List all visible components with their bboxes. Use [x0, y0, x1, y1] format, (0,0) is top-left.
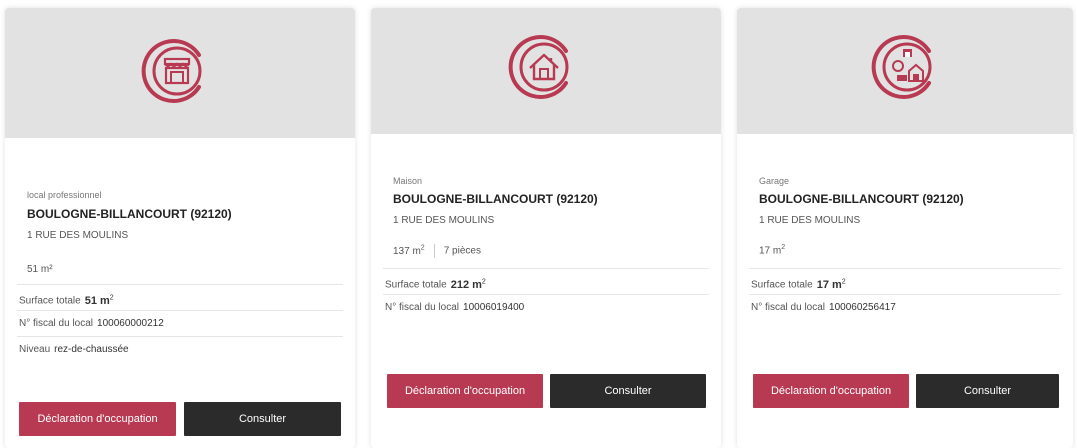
area-rooms: 137 m2 7 pièces [393, 244, 481, 258]
declaration-button[interactable]: Déclaration d'occupation [387, 374, 543, 408]
surface-row: Surface totale 51 m2 [17, 284, 343, 311]
area: 137 m2 [393, 244, 425, 257]
garage-icon [871, 31, 943, 103]
consult-button[interactable]: Consulter [550, 374, 706, 408]
divider [433, 244, 435, 258]
surface-value: 51 m2 [84, 294, 114, 307]
card-header [5, 8, 355, 138]
area: 51 m² [27, 264, 53, 275]
rooms: 7 pièces [443, 245, 481, 257]
city: BOULOGNE-BILLANCOURT (92120) [393, 192, 598, 206]
surface-label: Surface totale [385, 279, 447, 291]
card-header [737, 8, 1073, 134]
surface-label: Surface totale [19, 295, 81, 307]
city: BOULOGNE-BILLANCOURT (92120) [759, 192, 964, 206]
shop-icon [141, 35, 213, 107]
fiscal-label: N° fiscal du local [19, 318, 94, 329]
level-value: rez-de-chaussée [54, 344, 129, 355]
area: 17 m2 [759, 244, 786, 257]
surface-row: Surface totale 212 m2 [383, 268, 709, 295]
card-header [371, 8, 721, 134]
property-type: Garage [759, 176, 790, 186]
property-type: Maison [393, 176, 423, 186]
property-card-maison: Maison BOULOGNE-BILLANCOURT (92120) 1 RU… [371, 8, 721, 448]
street-address: 1 RUE DES MOULINS [393, 215, 495, 226]
fiscal-value: 10006019400 [463, 302, 525, 313]
surface-row: Surface totale 17 m2 [749, 268, 1061, 295]
fiscal-value: 100060256417 [829, 302, 896, 313]
fiscal-value: 100060000212 [97, 318, 164, 329]
consult-button[interactable]: Consulter [916, 374, 1059, 408]
declaration-button[interactable]: Déclaration d'occupation [753, 374, 909, 408]
street-address: 1 RUE DES MOULINS [27, 230, 129, 241]
level-label: Niveau [19, 344, 51, 355]
consult-button[interactable]: Consulter [184, 402, 341, 436]
surface-value: 212 m2 [450, 278, 486, 291]
surface-label: Surface totale [751, 279, 813, 291]
declaration-button[interactable]: Déclaration d'occupation [19, 402, 176, 436]
fiscal-label: N° fiscal du local [751, 302, 826, 313]
city: BOULOGNE-BILLANCOURT (92120) [27, 207, 232, 221]
property-card-garage: Garage BOULOGNE-BILLANCOURT (92120) 1 RU… [737, 8, 1073, 448]
fiscal-row: N° fiscal du local 10006019400 [383, 294, 709, 321]
surface-value: 17 m2 [816, 278, 846, 291]
property-type: local professionnel [27, 190, 102, 200]
street-address: 1 RUE DES MOULINS [759, 215, 861, 226]
level-row: Niveau rez-de-chaussée [17, 336, 343, 363]
fiscal-row: N° fiscal du local 100060256417 [749, 294, 1061, 321]
property-card-local-professionnel: local professionnel BOULOGNE-BILLANCOURT… [5, 8, 355, 448]
fiscal-row: N° fiscal du local 100060000212 [17, 310, 343, 337]
house-icon [508, 31, 580, 103]
fiscal-label: N° fiscal du local [385, 302, 460, 313]
